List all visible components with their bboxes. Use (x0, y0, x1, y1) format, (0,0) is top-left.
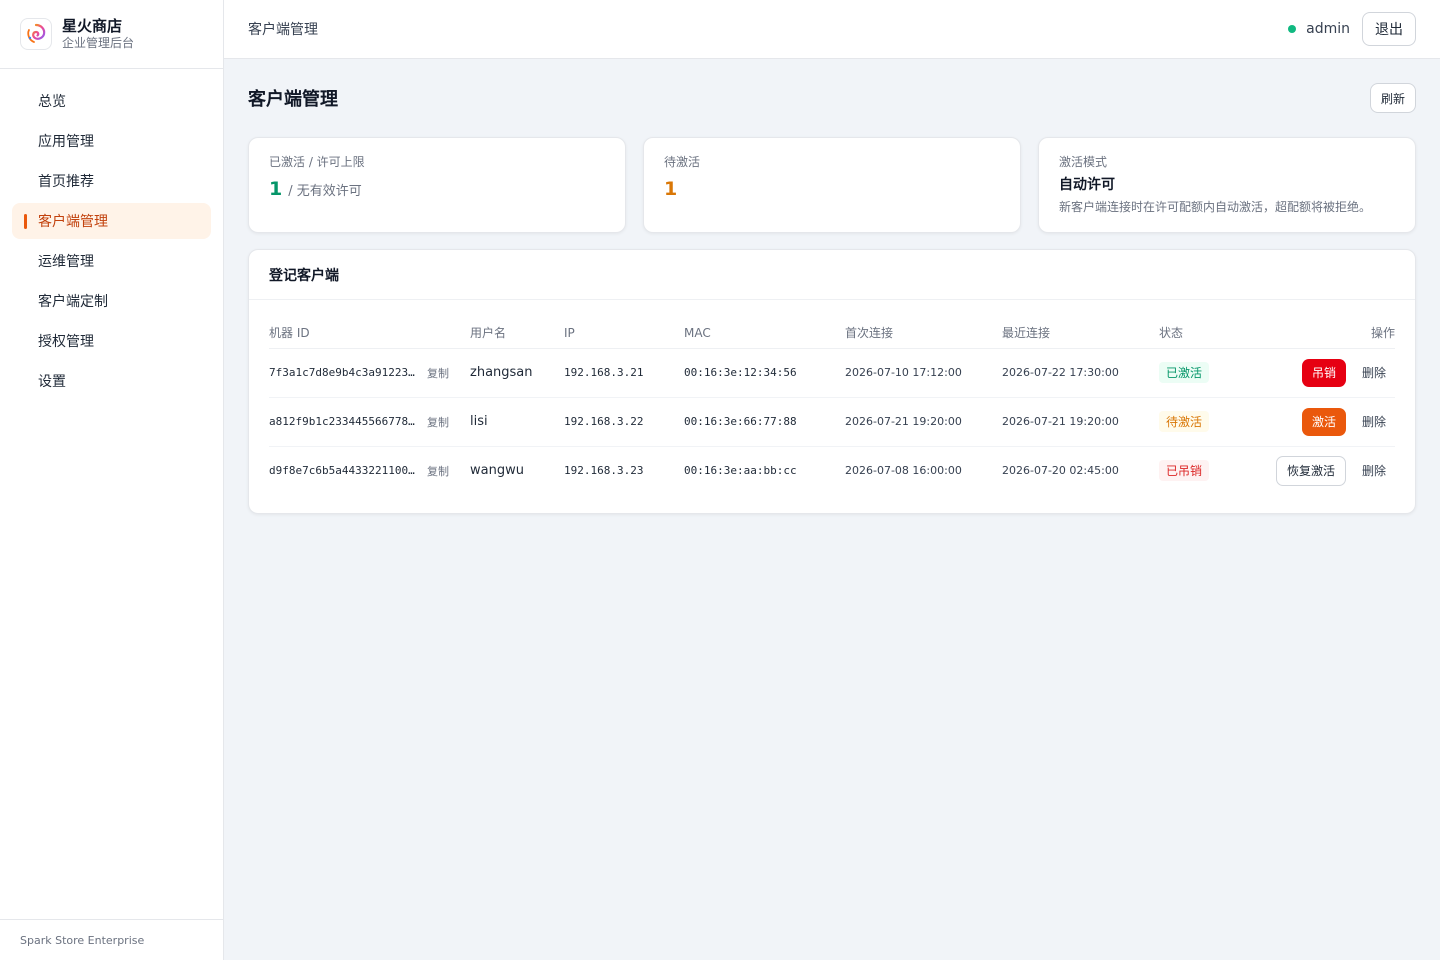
activate-button[interactable]: 激活 (1301, 407, 1346, 436)
stats-row: 已激活 / 许可上限 1 / 无有效许可 待激活 1 激活模式 自动许可 新客户… (248, 137, 1416, 233)
sidebar-item-clients[interactable]: 客户端管理 (12, 203, 211, 239)
sidebar: 星火商店 企业管理后台 总览 应用管理 首页推荐 客户端管理 运维管理 客户端定… (0, 0, 224, 960)
user-area: admin 退出 (1288, 12, 1416, 46)
clients-card-title: 登记客户端 (249, 250, 1415, 300)
stat-label: 已激活 / 许可上限 (269, 155, 365, 169)
col-username: 用户名 (470, 318, 564, 349)
refresh-button[interactable]: 刷新 (1369, 83, 1416, 113)
copy-button[interactable]: 复制 (427, 416, 449, 429)
breadcrumb: 客户端管理 (248, 22, 318, 38)
status-badge: 已激活 (1159, 362, 1210, 383)
user-name: admin (1306, 21, 1350, 37)
last-connect: 2026-07-22 17:30:00 (1002, 348, 1159, 398)
brand-subtitle: 企业管理后台 (62, 36, 135, 50)
clients-card: 登记客户端 机器 ID 用户名 IP MAC 首次连接 最近连接 状态 操作 7… (248, 249, 1416, 514)
col-status: 状态 (1159, 318, 1259, 349)
first-connect: 2026-07-08 16:00:00 (845, 464, 962, 478)
machine-id: a812f9b1c233445566778… (269, 415, 415, 428)
machine-id: d9f8e7c6b5a4433221100… (269, 464, 415, 478)
status-badge: 已吊销 (1159, 460, 1210, 482)
sidebar-item-overview[interactable]: 总览 (12, 83, 211, 119)
main-content: 客户端管理 刷新 已激活 / 许可上限 1 / 无有效许可 待激活 1 激活模式… (248, 59, 1416, 514)
sidebar-nav: 总览 应用管理 首页推荐 客户端管理 运维管理 客户端定制 授权管理 设置 (0, 69, 223, 399)
logout-button[interactable]: 退出 (1362, 12, 1416, 46)
username: lisi (470, 397, 564, 447)
spark-logo-icon (20, 18, 52, 50)
sidebar-item-ops[interactable]: 运维管理 (12, 243, 211, 279)
sidebar-item-settings[interactable]: 设置 (12, 363, 211, 399)
mac-address: 00:16:3e:aa:bb:cc (684, 464, 797, 478)
stat-label: 激活模式 (1059, 155, 1108, 169)
col-actions: 操作 (1259, 318, 1395, 349)
activation-mode-value: 自动许可 (1059, 177, 1115, 193)
sidebar-footer: Spark Store Enterprise (0, 919, 223, 960)
sidebar-item-apps[interactable]: 应用管理 (12, 123, 211, 159)
delete-button[interactable]: 删除 (1362, 462, 1386, 479)
sidebar-item-license[interactable]: 授权管理 (12, 323, 211, 359)
delete-button[interactable]: 删除 (1362, 413, 1386, 430)
brand-name: 星火商店 (62, 17, 123, 35)
mac-address: 00:16:3e:12:34:56 (684, 348, 845, 398)
online-status-icon (1288, 25, 1297, 33)
sidebar-item-client-custom[interactable]: 客户端定制 (12, 283, 211, 319)
col-ip: IP (564, 318, 684, 349)
mac-address: 00:16:3e:66:77:88 (684, 397, 845, 447)
table-header-row: 机器 ID 用户名 IP MAC 首次连接 最近连接 状态 操作 (269, 318, 1395, 349)
copy-button[interactable]: 复制 (427, 367, 449, 380)
table-row: a812f9b1c233445566778… 复制 lisi 192.168.3.… (269, 397, 1395, 447)
page-header: 客户端管理 刷新 (248, 59, 1416, 137)
page-title: 客户端管理 (248, 89, 338, 110)
ip-address: 192.168.3.23 (564, 464, 644, 478)
machine-id: 7f3a1c7d8e9b4c3a91223… (269, 366, 415, 379)
stat-card-activated: 已激活 / 许可上限 1 / 无有效许可 (248, 137, 626, 233)
copy-button[interactable]: 复制 (427, 465, 449, 478)
stat-card-pending: 待激活 1 (643, 137, 1021, 233)
stat-license-limit: / 无有效许可 (288, 184, 362, 199)
revoke-button[interactable]: 吊销 (1301, 358, 1346, 387)
first-connect: 2026-07-21 19:20:00 (845, 397, 1002, 447)
col-first-connect: 首次连接 (845, 318, 1002, 349)
stat-activated-count: 1 (269, 178, 283, 200)
ip-address: 192.168.3.22 (564, 397, 684, 447)
sidebar-item-home-recommend[interactable]: 首页推荐 (12, 163, 211, 199)
delete-button[interactable]: 删除 (1362, 364, 1386, 381)
stat-label: 待激活 (664, 155, 701, 169)
last-connect: 2026-07-21 19:20:00 (1002, 397, 1159, 447)
status-badge: 待激活 (1159, 411, 1210, 432)
topbar: 客户端管理 admin 退出 (224, 0, 1440, 59)
brand: 星火商店 企业管理后台 (0, 0, 223, 69)
col-machine-id: 机器 ID (269, 318, 470, 349)
first-connect: 2026-07-10 17:12:00 (845, 348, 1002, 398)
col-last-connect: 最近连接 (1002, 318, 1159, 349)
last-connect: 2026-07-20 02:45:00 (1002, 464, 1119, 478)
table-row: d9f8e7c6b5a4433221100… 复制 wangwu 192.168.… (269, 446, 1395, 495)
restore-activation-button[interactable]: 恢复激活 (1275, 455, 1346, 486)
stat-card-mode: 激活模式 自动许可 新客户端连接时在许可配额内自动激活，超配额将被拒绝。 (1038, 137, 1416, 233)
table-row: 7f3a1c7d8e9b4c3a91223… 复制 zhangsan 192.16… (269, 348, 1395, 398)
username: zhangsan (470, 348, 564, 398)
col-mac: MAC (684, 318, 845, 349)
username: wangwu (470, 463, 524, 479)
ip-address: 192.168.3.21 (564, 348, 684, 398)
activation-mode-desc: 新客户端连接时在许可配额内自动激活，超配额将被拒绝。 (1059, 200, 1372, 214)
stat-pending-count: 1 (664, 178, 678, 200)
clients-table: 机器 ID 用户名 IP MAC 首次连接 最近连接 状态 操作 7f3a1c7… (269, 318, 1395, 495)
